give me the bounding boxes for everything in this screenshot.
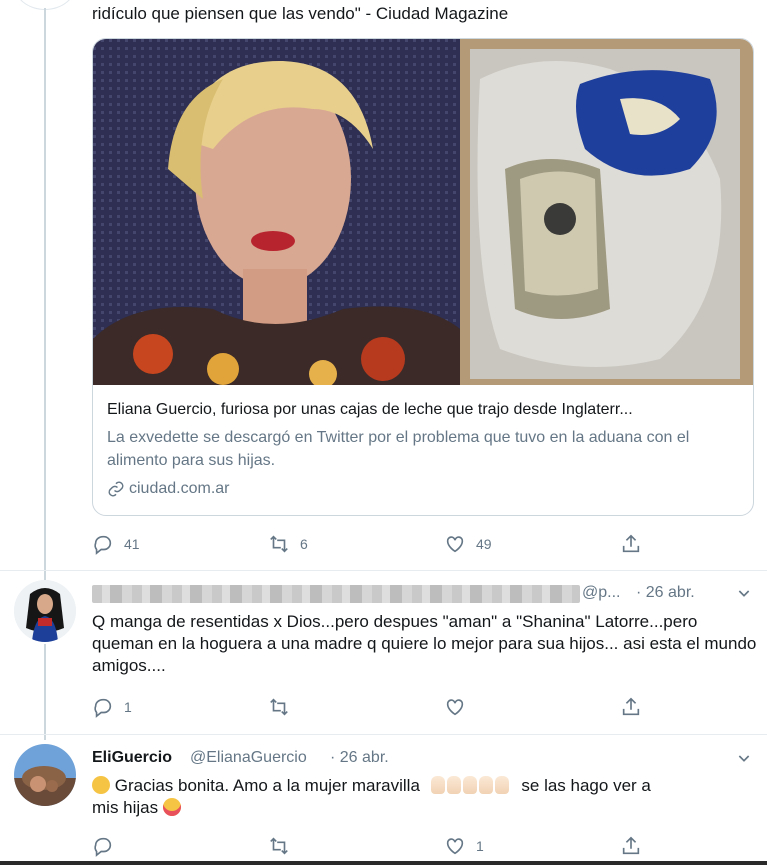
chevron-down-icon[interactable] <box>736 750 752 766</box>
like-icon <box>446 699 464 716</box>
reply-handle[interactable]: @p... <box>582 584 620 602</box>
card-domain[interactable]: ciudad.com.ar <box>107 480 230 498</box>
link-card[interactable]: Eliana Guercio, furiosa por unas cajas d… <box>92 38 754 516</box>
retweet-button[interactable] <box>268 696 290 718</box>
card-domain-text: ciudad.com.ar <box>129 480 230 497</box>
like-button[interactable]: 1 <box>444 835 484 857</box>
reply-text: Gracias bonita. Amo a la mujer maravilla… <box>92 775 757 819</box>
like-count: 49 <box>476 536 492 552</box>
like-icon <box>446 536 464 553</box>
reply-text-part-a: Gracias bonita. Amo a la mujer maravilla <box>114 776 420 795</box>
share-icon <box>622 836 640 855</box>
author-handle[interactable]: @ElianaGuercio <box>190 749 307 767</box>
divider <box>0 570 767 571</box>
thread-line <box>44 8 46 580</box>
tweet-text: ridículo que piensen que las vendo" - Ci… <box>92 4 509 23</box>
card-image-left <box>93 39 460 385</box>
retweet-icon <box>270 837 288 855</box>
reply-text-part-c: mis hijas <box>92 798 159 817</box>
card-image-right <box>460 39 753 385</box>
chevron-down-icon[interactable] <box>736 585 752 601</box>
reply-text-part-b: se las hago ver a <box>521 776 651 795</box>
author-name[interactable]: EliGuercio <box>92 749 172 767</box>
retweet-button[interactable] <box>268 835 290 857</box>
reply-count: 41 <box>124 536 140 552</box>
reply-text: Q manga de resentidas x Dios...pero desp… <box>92 612 757 675</box>
reply-icon <box>94 535 112 555</box>
share-icon <box>622 697 640 716</box>
like-icon <box>446 838 464 855</box>
reply-button[interactable] <box>92 835 114 857</box>
redacted-name <box>92 585 580 603</box>
retweet-button[interactable]: 6 <box>268 533 308 555</box>
avatar[interactable] <box>14 580 76 642</box>
share-button[interactable] <box>620 533 642 555</box>
reply-count: 1 <box>124 699 132 715</box>
retweet-icon <box>270 698 288 716</box>
thread-line-2 <box>44 644 46 740</box>
clapping-hands-emoji <box>430 776 511 795</box>
share-button[interactable] <box>620 696 642 718</box>
divider <box>0 734 767 735</box>
share-icon <box>622 534 640 553</box>
reply-date[interactable]: · 26 abr. <box>636 584 695 602</box>
card-title[interactable]: Eliana Guercio, furiosa por unas cajas d… <box>107 401 737 419</box>
winking-tongue-emoji <box>162 798 181 816</box>
avatar[interactable] <box>14 744 76 806</box>
reply-date[interactable]: · 26 abr. <box>330 749 389 767</box>
smiling-face-emoji <box>92 776 110 794</box>
reply-button[interactable]: 41 <box>92 533 140 555</box>
reply-icon <box>94 698 112 718</box>
retweet-icon <box>270 535 288 553</box>
share-button[interactable] <box>620 835 642 857</box>
bottom-edge <box>0 861 767 865</box>
reply-button[interactable]: 1 <box>92 696 132 718</box>
like-button[interactable]: 49 <box>444 533 492 555</box>
retweet-count: 6 <box>300 536 308 552</box>
reply-icon <box>94 837 112 857</box>
link-icon <box>108 481 124 497</box>
like-button[interactable] <box>444 696 466 718</box>
card-description: La exvedette se descargó en Twitter por … <box>107 429 690 469</box>
like-count: 1 <box>476 838 484 854</box>
